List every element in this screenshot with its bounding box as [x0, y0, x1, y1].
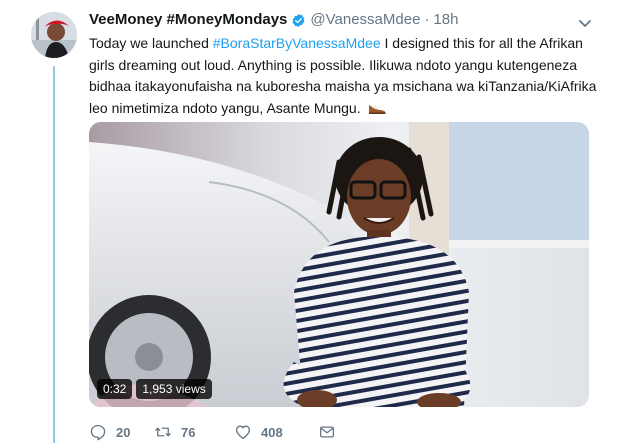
- video-player[interactable]: 0:32 1,953 views: [89, 122, 589, 407]
- video-duration-badge: 0:32: [97, 379, 133, 399]
- like-button[interactable]: 408: [234, 423, 318, 441]
- tweet-text-lead: Today we launched: [89, 35, 213, 51]
- reply-button[interactable]: 20: [89, 423, 154, 441]
- verified-badge-icon: [292, 13, 305, 27]
- chevron-down-icon[interactable]: [575, 15, 595, 33]
- retweet-count: 76: [181, 424, 196, 440]
- separator-dot: ·: [424, 11, 430, 28]
- direct-message-button[interactable]: [318, 423, 345, 441]
- timestamp[interactable]: 18h: [433, 10, 458, 30]
- avatar-image: [31, 12, 77, 58]
- hashtag-link[interactable]: #BoraStarByVanessaMdee: [213, 35, 381, 51]
- handle[interactable]: @VanessaMdee: [310, 10, 420, 30]
- like-count: 408: [261, 424, 283, 440]
- thread-line: [53, 66, 55, 443]
- retweet-icon: [155, 427, 171, 437]
- shoe-emoji-icon: [368, 104, 386, 114]
- reply-count: 20: [116, 424, 131, 440]
- reply-icon: [90, 424, 106, 441]
- avatar[interactable]: [31, 12, 77, 58]
- envelope-icon: [319, 426, 335, 438]
- video-views-badge: 1,953 views: [136, 379, 212, 399]
- tweet-actions: 20 76 408: [89, 422, 345, 442]
- video-badges: 0:32 1,953 views: [97, 379, 212, 399]
- display-name[interactable]: VeeMoney #MoneyMondays: [89, 10, 287, 30]
- tweet-text: Today we launched #BoraStarByVanessaMdee…: [89, 33, 609, 119]
- retweet-button[interactable]: 76: [154, 423, 234, 441]
- video-thumbnail: [89, 122, 589, 407]
- tweet-header: VeeMoney #MoneyMondays @VanessaMdee · 18…: [89, 10, 458, 30]
- heart-icon: [235, 425, 251, 440]
